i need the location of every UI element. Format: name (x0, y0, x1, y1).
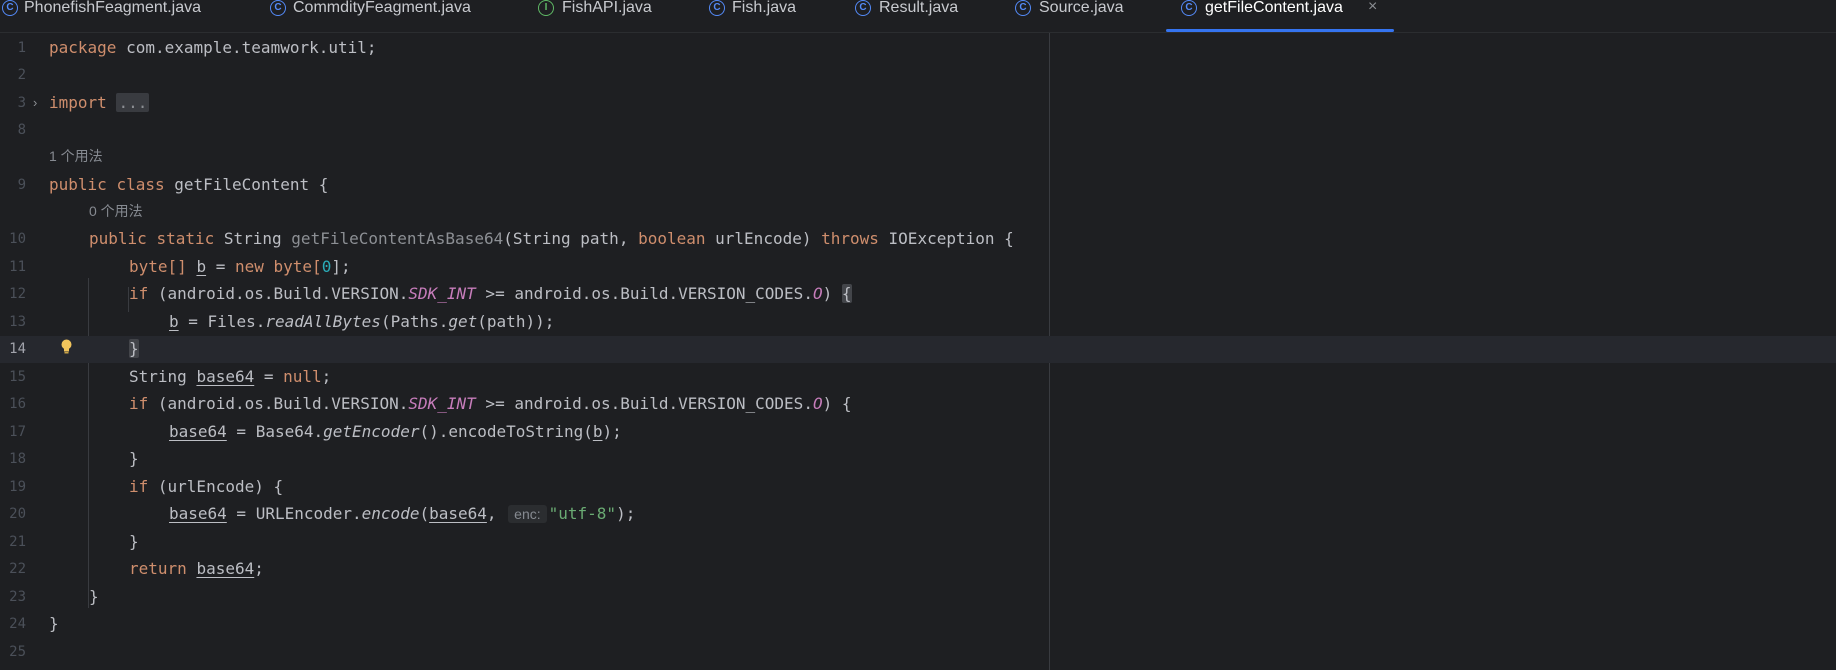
usages-hint[interactable]: 0 个用法 (89, 201, 143, 221)
tab-label: FishAPI.java (562, 0, 652, 16)
code-text: } (129, 339, 139, 358)
code-line: 8 (0, 117, 1836, 144)
code-line: 24 } (0, 611, 1836, 638)
code-line: 15 String base64 = null; (0, 364, 1836, 391)
code-line-current: 14 } (0, 336, 1836, 363)
code-line: 1 package com.example.teamwork.util; (0, 35, 1836, 62)
code-text: public class getFileContent { (49, 175, 329, 194)
code-text: if (android.os.Build.VERSION.SDK_INT >= … (129, 394, 852, 413)
code-text: b = Files.readAllBytes(Paths.get(path)); (169, 312, 555, 331)
tab-label: Result.java (879, 0, 959, 16)
code-text: } (49, 614, 59, 633)
code-line: 25 (0, 639, 1836, 666)
line-number: 19 (9, 479, 26, 495)
code-text: String base64 = null; (129, 367, 332, 386)
class-icon: C (1181, 0, 1197, 16)
line-number: 2 (17, 67, 26, 83)
code-line: 9 public class getFileContent { (0, 172, 1836, 199)
code-line: 22 return base64; (0, 556, 1836, 583)
code-line: 2 (0, 62, 1836, 89)
line-number: 11 (9, 259, 26, 275)
line-number: 10 (9, 231, 26, 247)
code-text: if (android.os.Build.VERSION.SDK_INT >= … (129, 284, 852, 303)
line-number: 1 (17, 40, 26, 56)
class-icon: C (2, 0, 18, 16)
ide-window: C PhonefishFeagment.java C CommdityFeagm… (0, 0, 1836, 670)
code-line: 13 b = Files.readAllBytes(Paths.get(path… (0, 309, 1836, 336)
line-number: 13 (9, 314, 26, 330)
parameter-hint: enc: (508, 505, 547, 523)
code-text: return base64; (129, 559, 264, 578)
code-text: if (urlEncode) { (129, 477, 284, 496)
class-icon: C (270, 0, 286, 16)
code-text: package com.example.teamwork.util; (49, 38, 377, 57)
line-number: 20 (9, 506, 26, 522)
class-icon: C (1015, 0, 1031, 16)
line-number: 17 (9, 424, 26, 440)
interface-icon: I (538, 0, 554, 16)
line-number: 8 (17, 122, 26, 138)
tab-label: Fish.java (732, 0, 797, 16)
line-number: 21 (9, 534, 26, 550)
line-number: 24 (9, 616, 26, 632)
editor-tab-bar: C PhonefishFeagment.java C CommdityFeagm… (0, 0, 1836, 33)
line-number: 16 (9, 396, 26, 412)
code-line: 18 } (0, 446, 1836, 473)
class-icon: C (855, 0, 871, 16)
tab-label: getFileContent.java (1205, 0, 1343, 16)
code-line: 10 public static String getFileContentAs… (0, 226, 1836, 253)
code-line: 11 byte[] b = new byte[0]; (0, 254, 1836, 281)
lightbulb-icon[interactable] (60, 339, 73, 355)
active-tab-indicator (1166, 29, 1394, 32)
code-text: import ... (49, 93, 150, 112)
code-text: public static String getFileContentAsBas… (89, 229, 1014, 248)
code-text: byte[] b = new byte[0]; (129, 257, 351, 276)
close-tab-icon[interactable]: × (1368, 0, 1377, 15)
tab-label: Source.java (1039, 0, 1124, 16)
code-line: 20 base64 = URLEncoder.encode(base64, en… (0, 501, 1836, 528)
code-line: 3 › import ... (0, 90, 1836, 117)
code-text: } (89, 587, 99, 606)
code-text: } (129, 532, 139, 551)
code-line: 16 if (android.os.Build.VERSION.SDK_INT … (0, 391, 1836, 418)
line-number: 9 (17, 177, 26, 193)
line-number: 14 (9, 341, 26, 357)
code-text: base64 = Base64.getEncoder().encodeToStr… (169, 422, 622, 441)
usages-hint[interactable]: 1 个用法 (49, 146, 103, 166)
line-number: 18 (9, 451, 26, 467)
code-text: } (129, 449, 139, 468)
code-line: 19 if (urlEncode) { (0, 474, 1836, 501)
code-line: 23 } (0, 584, 1836, 611)
code-line: 21 } (0, 529, 1836, 556)
class-icon: C (709, 0, 725, 16)
line-number: 12 (9, 286, 26, 302)
code-text: base64 = URLEncoder.encode(base64, enc: "… (169, 504, 636, 523)
line-number: 25 (9, 644, 26, 660)
line-number: 3 (17, 95, 26, 111)
tab-label: CommdityFeagment.java (293, 0, 471, 16)
fold-expand-icon[interactable]: › (33, 95, 37, 111)
code-line: 12 if (android.os.Build.VERSION.SDK_INT … (0, 281, 1836, 308)
tab-label: PhonefishFeagment.java (24, 0, 201, 16)
folded-imports[interactable]: ... (116, 93, 150, 112)
code-line: 17 base64 = Base64.getEncoder().encodeTo… (0, 419, 1836, 446)
line-number: 23 (9, 589, 26, 605)
line-number: 15 (9, 369, 26, 385)
code-editor[interactable]: 1 package com.example.teamwork.util; 2 3… (0, 33, 1836, 670)
line-number: 22 (9, 561, 26, 577)
